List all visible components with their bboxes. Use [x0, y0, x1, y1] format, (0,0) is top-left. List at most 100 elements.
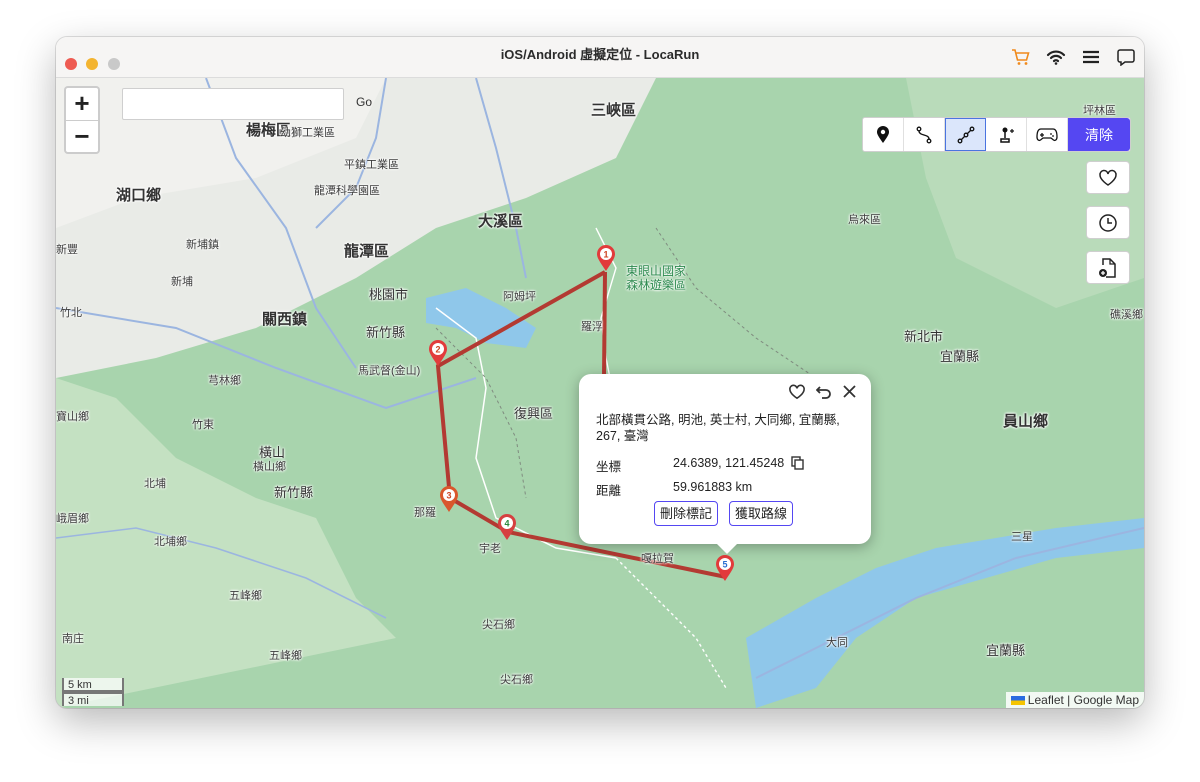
- location-popup: 北部橫貫公路, 明池, 英士村, 大同鄉, 宜蘭縣, 267, 臺灣 坐標 24…: [579, 374, 871, 554]
- map-label: 宇老: [479, 543, 501, 555]
- map-label: 大同: [826, 637, 848, 649]
- favorites-button[interactable]: [1086, 161, 1130, 194]
- map-label: 烏來區: [848, 214, 881, 226]
- cart-icon[interactable]: [1011, 47, 1031, 67]
- get-route-button[interactable]: 獲取路線: [729, 501, 794, 526]
- ukraine-flag-icon: [1010, 696, 1025, 705]
- two-point-mode-button[interactable]: [904, 118, 945, 151]
- route-marker-3[interactable]: 3: [439, 485, 459, 518]
- attribution-separator: |: [1063, 693, 1074, 707]
- map-label: 北埔鄉: [154, 536, 187, 548]
- map-label: 復興區: [514, 406, 554, 421]
- map-label: 新埔鎮: [186, 239, 219, 251]
- search-input[interactable]: [122, 88, 344, 120]
- map-label: 員山鄉: [1003, 413, 1049, 430]
- close-icon[interactable]: [842, 384, 857, 405]
- route-marker-2[interactable]: 2: [428, 339, 448, 372]
- route-marker-5[interactable]: 5: [715, 554, 735, 587]
- map-label: 新竹縣: [274, 485, 314, 500]
- map-label: 尖石鄉: [500, 674, 533, 686]
- delete-marker-button[interactable]: 刪除標記: [654, 501, 719, 526]
- map-view[interactable]: 1 2 3 4 5 三峽區 楊梅區 湖口鄉 大溪區 龍潭區 新埔鎮 新埔 關西鎮…: [56, 78, 1144, 708]
- map-label: 嘎拉賀: [641, 553, 674, 565]
- file-add-icon: [1099, 257, 1116, 278]
- chat-icon[interactable]: [1116, 47, 1136, 67]
- two-point-route-icon: [916, 126, 932, 143]
- map-label: 三星: [1011, 531, 1033, 543]
- go-button[interactable]: Go: [356, 95, 372, 109]
- map-label: 新北市: [904, 329, 944, 344]
- leaflet-link[interactable]: Leaflet: [1028, 693, 1064, 707]
- map-label: 大溪區: [478, 213, 524, 230]
- clear-button[interactable]: 清除: [1068, 118, 1130, 151]
- map-label: 幼獅工業區: [280, 127, 335, 139]
- map-label: 三峽區: [591, 102, 637, 119]
- copy-icon[interactable]: [791, 456, 804, 473]
- map-label: 新埔: [171, 276, 193, 288]
- coord-value-text: 24.6389, 121.45248: [673, 456, 785, 470]
- map-label: 寶山鄉: [56, 411, 89, 423]
- window-title: iOS/Android 虛擬定位 - LocaRun: [500, 47, 700, 62]
- gamepad-mode-button[interactable]: [1027, 118, 1068, 151]
- map-label: 新竹縣: [366, 325, 406, 340]
- map-label: 坪林區: [1083, 105, 1116, 117]
- route-marker-1[interactable]: 1: [596, 244, 616, 277]
- map-label: 那羅: [414, 507, 436, 519]
- map-label: 森林遊樂區: [626, 278, 687, 292]
- zoom-out-button[interactable]: −: [66, 121, 98, 153]
- coord-value: 24.6389, 121.45248: [673, 456, 804, 473]
- map-label: 平鎮工業區: [344, 159, 399, 171]
- map-label: 宜蘭縣: [986, 643, 1026, 658]
- zoom-in-button[interactable]: +: [66, 88, 98, 121]
- route-marker-4-label: 4: [504, 519, 509, 529]
- scale-km: 5 km: [62, 678, 124, 692]
- map-label: 峨眉鄉: [56, 513, 89, 525]
- route-marker-2-label: 2: [435, 345, 440, 355]
- distance-value: 59.961883 km: [673, 480, 753, 494]
- scale-mi: 3 mi: [62, 692, 124, 707]
- map-label: 阿姆坪: [503, 291, 536, 303]
- map-label: 竹北: [60, 307, 82, 319]
- import-file-button[interactable]: [1086, 251, 1130, 284]
- route-marker-5-label: 5: [722, 560, 727, 570]
- joystick-icon: [1000, 127, 1014, 143]
- undo-icon[interactable]: [815, 384, 832, 405]
- map-label: 竹東: [192, 419, 214, 431]
- gamepad-icon: [1036, 127, 1058, 141]
- map-label: 芎林鄉: [208, 375, 241, 387]
- map-label: 宜蘭縣: [940, 349, 980, 364]
- map-label: 龍潭區: [344, 243, 390, 260]
- route-marker-1-label: 1: [603, 250, 608, 260]
- map-label: 尖石鄉: [482, 619, 515, 631]
- map-label: 五峰鄉: [269, 650, 302, 662]
- map-label: 龍潭科學園區: [314, 185, 380, 197]
- scale-bar: 5 km 3 mi: [62, 678, 124, 707]
- multi-point-route-icon: [957, 126, 974, 143]
- popup-address: 北部橫貫公路, 明池, 英士村, 大同鄉, 宜蘭縣, 267, 臺灣: [596, 413, 840, 443]
- distance-label: 距離: [596, 484, 622, 498]
- mode-toolbar: 清除: [862, 117, 1131, 152]
- map-label: 橫山鄉: [253, 461, 286, 473]
- wifi-icon[interactable]: [1046, 47, 1066, 67]
- map-label: 桃園市: [369, 287, 409, 302]
- multi-point-mode-button[interactable]: [945, 118, 986, 151]
- menu-icon[interactable]: [1081, 47, 1101, 67]
- map-label: 馬武督(金山): [358, 365, 421, 377]
- map-label: 羅浮: [581, 321, 603, 333]
- google-map-link[interactable]: Google Map: [1074, 693, 1139, 707]
- clock-icon: [1099, 213, 1117, 232]
- map-label: 五峰鄉: [229, 590, 262, 602]
- joystick-mode-button[interactable]: [986, 118, 1027, 151]
- map-label: 關西鎮: [262, 311, 308, 328]
- map-attribution: Leaflet | Google Map: [1005, 692, 1144, 708]
- title-bar: iOS/Android 虛擬定位 - LocaRun: [56, 37, 1144, 78]
- map-label: 北埔: [144, 478, 166, 490]
- history-button[interactable]: [1086, 206, 1130, 239]
- map-label: 湖口鄉: [116, 187, 162, 204]
- coord-label: 坐標: [596, 460, 622, 474]
- teleport-mode-button[interactable]: [863, 118, 904, 151]
- map-label: 南庄: [62, 633, 84, 645]
- heart-icon[interactable]: [788, 384, 806, 405]
- zoom-control: + −: [64, 86, 100, 154]
- map-label: 新豐: [56, 244, 78, 256]
